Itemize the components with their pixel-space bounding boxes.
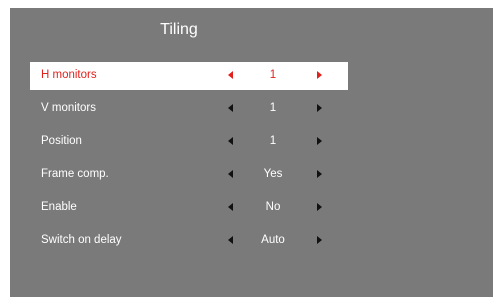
menu-item-label: Position [41, 135, 82, 147]
menu-item-position[interactable]: Position 1 [30, 128, 348, 156]
tiling-settings-list: H monitors 1 V monitors 1 Position 1 Fra… [30, 62, 348, 260]
menu-item-label: V monitors [41, 102, 96, 114]
menu-item-h-monitors[interactable]: H monitors 1 [30, 62, 348, 90]
menu-item-v-monitors[interactable]: V monitors 1 [30, 95, 348, 123]
menu-item-enable[interactable]: Enable No [30, 194, 348, 222]
arrow-left-icon[interactable] [228, 137, 233, 145]
menu-item-value: 1 [269, 135, 277, 147]
menu-item-value: 1 [269, 69, 277, 81]
menu-item-value: 1 [269, 102, 277, 114]
arrow-left-icon[interactable] [228, 203, 233, 211]
arrow-right-icon[interactable] [317, 71, 322, 79]
menu-item-switch-on-delay[interactable]: Switch on delay Auto [30, 227, 348, 255]
menu-item-value: Auto [261, 234, 285, 246]
menu-item-label: Frame comp. [41, 168, 109, 180]
osd-menu-panel: Tiling H monitors 1 V monitors 1 Positio… [10, 8, 493, 297]
arrow-left-icon[interactable] [228, 71, 233, 79]
menu-item-label: Switch on delay [41, 234, 122, 246]
arrow-right-icon[interactable] [317, 203, 322, 211]
menu-item-value: Yes [263, 168, 283, 180]
menu-item-label: Enable [41, 201, 77, 213]
arrow-right-icon[interactable] [317, 137, 322, 145]
menu-item-label: H monitors [41, 69, 97, 81]
arrow-left-icon[interactable] [228, 170, 233, 178]
arrow-right-icon[interactable] [317, 236, 322, 244]
arrow-left-icon[interactable] [228, 236, 233, 244]
arrow-right-icon[interactable] [317, 104, 322, 112]
arrow-left-icon[interactable] [228, 104, 233, 112]
menu-item-value: No [265, 201, 281, 213]
arrow-right-icon[interactable] [317, 170, 322, 178]
screen: Tiling H monitors 1 V monitors 1 Positio… [0, 0, 496, 299]
menu-title: Tiling [160, 21, 198, 38]
menu-item-frame-comp[interactable]: Frame comp. Yes [30, 161, 348, 189]
